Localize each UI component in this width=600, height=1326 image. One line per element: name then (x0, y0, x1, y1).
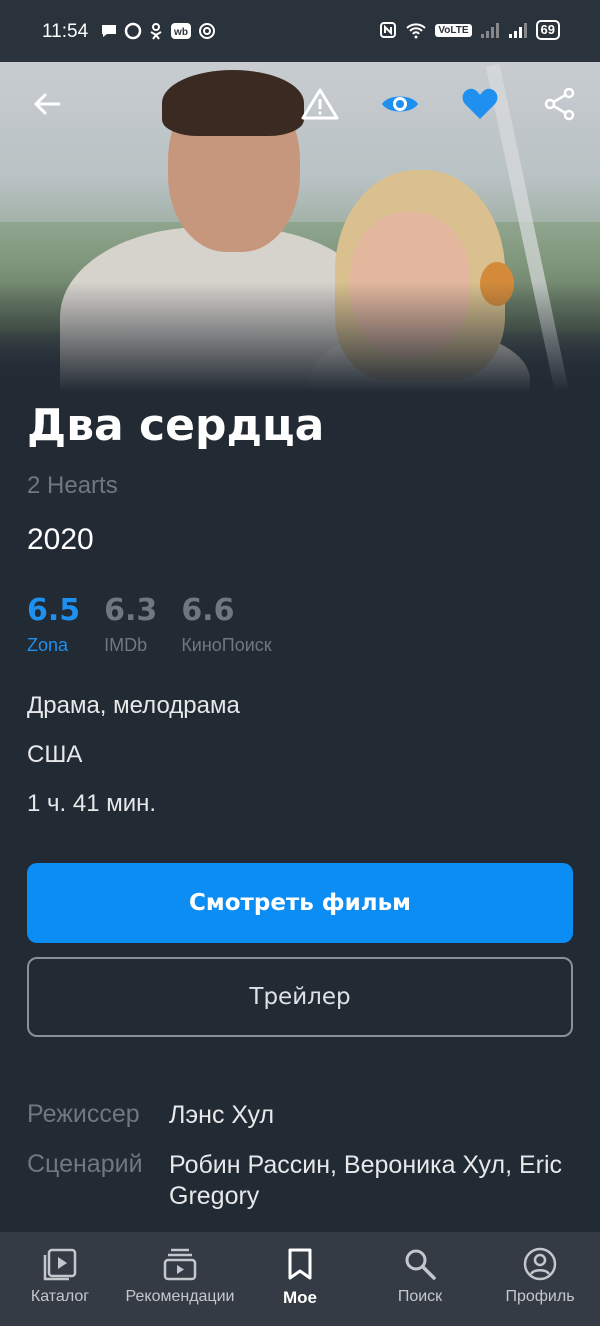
share-button[interactable] (538, 82, 582, 126)
watched-button[interactable] (378, 82, 422, 126)
report-button[interactable] (298, 82, 342, 126)
nav-profile[interactable]: Профиль (480, 1232, 600, 1326)
nav-label: Поиск (397, 1288, 443, 1305)
catalog-icon (43, 1248, 77, 1281)
nav-recommendations[interactable]: Рекомендации (120, 1232, 240, 1326)
notification-icons: wb (100, 22, 216, 40)
mail-notification-icon (199, 23, 215, 39)
director-name[interactable]: Лэнс Хул (169, 1100, 564, 1131)
ok-notification-icon (150, 23, 162, 40)
rating-source: IMDb (104, 635, 148, 655)
chat-notification-icon (102, 25, 116, 37)
nav-catalog[interactable]: Каталог (0, 1232, 120, 1326)
volte-badge: VoLTE (435, 23, 472, 37)
rating-value: 6.6 (181, 593, 235, 628)
writers-names[interactable]: Робин Рассин, Вероника Хул, Eric Gregory (169, 1150, 564, 1212)
nav-label: Профиль (505, 1288, 575, 1305)
back-arrow-icon (33, 93, 61, 115)
rating-source: КиноПоиск (181, 635, 272, 655)
eye-icon (382, 96, 418, 112)
writers-row: Сценарий Робин Рассин, Вероника Хул, Eri… (27, 1150, 564, 1212)
rating-imdb: 6.3 IMDb (104, 593, 157, 656)
bottom-navigation: Каталог Рекомендации Мое Поиск Профиль (0, 1232, 600, 1326)
duration: 1 ч. 41 мин. (27, 790, 157, 817)
director-label: Режиссер (27, 1100, 140, 1128)
warning-icon (301, 88, 339, 120)
rating-kinopoisk: 6.6 КиноПоиск (181, 593, 271, 656)
rating-zona: 6.5 Zona (27, 593, 80, 656)
favorite-button[interactable] (458, 82, 502, 126)
recommendations-icon (163, 1248, 197, 1281)
search-icon (405, 1249, 436, 1280)
director-row: Режиссер Лэнс Хул (27, 1100, 564, 1131)
rating-value: 6.5 (27, 593, 81, 628)
back-button[interactable] (25, 82, 69, 126)
messenger-notification-icon (124, 22, 142, 40)
writers-label: Сценарий (27, 1150, 143, 1178)
release-year: 2020 (27, 523, 94, 556)
nav-search[interactable]: Поиск (360, 1232, 480, 1326)
signal-icon (480, 23, 499, 38)
country: США (27, 741, 83, 768)
heart-icon (462, 88, 498, 119)
movie-backdrop (0, 62, 600, 392)
svg-text:wb: wb (173, 27, 188, 38)
rating-source: Zona (27, 635, 69, 655)
wb-notification-icon: wb (171, 23, 191, 39)
original-title: 2 Hearts (27, 472, 118, 499)
bookmark-icon (288, 1248, 312, 1280)
nfc-icon (380, 22, 397, 38)
ratings: 6.5 Zona 6.3 IMDb 6.6 КиноПоиск (27, 593, 272, 656)
signal-icon-2 (508, 23, 527, 38)
wifi-icon (406, 23, 427, 39)
genres: Драма, мелодрама (27, 692, 240, 719)
nav-my[interactable]: Мое (240, 1232, 360, 1326)
battery-indicator: 69 (535, 20, 560, 40)
status-bar: 11:54 wb VoLTE 69 (0, 0, 600, 62)
trailer-button[interactable]: Трейлер (27, 957, 573, 1037)
rating-value: 6.3 (104, 593, 158, 628)
nav-label: Каталог (30, 1288, 90, 1305)
nav-label: Мое (283, 1288, 317, 1307)
share-icon (544, 87, 575, 121)
system-icons: VoLTE 69 (379, 20, 560, 40)
status-time: 11:54 (42, 21, 89, 42)
movie-title: Два сердца (27, 400, 325, 451)
watch-movie-button[interactable]: Смотреть фильм (27, 863, 573, 943)
profile-icon (523, 1247, 557, 1281)
nav-label: Рекомендации (125, 1288, 235, 1305)
